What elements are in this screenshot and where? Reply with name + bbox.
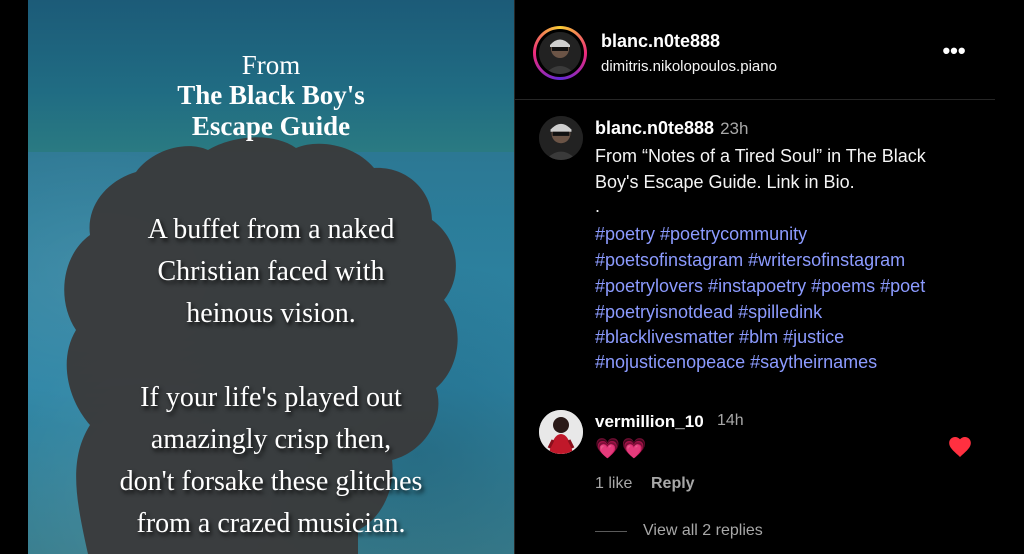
hashtag-line[interactable]: #poetryisnotdead #spilledink: [595, 302, 822, 323]
hashtag-line[interactable]: #nojusticenopeace #saytheirnames: [595, 352, 877, 373]
caption-text-line: Boy's Escape Guide. Link in Bio.: [595, 172, 855, 192]
commenter-username[interactable]: vermillion_10: [595, 412, 704, 432]
poem-line: A buffet from a naked: [147, 214, 395, 245]
caption-text-line: From “Notes of a Tired Soul” in The Blac…: [595, 146, 926, 166]
hashtag-line[interactable]: #poetrylovers #instapoetry #poems #poet: [595, 276, 925, 297]
replies-divider: [595, 531, 627, 532]
poem-line: don't forsake these glitches: [119, 466, 423, 497]
more-horizontal-icon: •••: [942, 38, 966, 63]
caption-author-avatar[interactable]: [539, 116, 583, 160]
post-author-username[interactable]: blanc.n0te888: [601, 31, 720, 52]
cover-from-text: From: [241, 50, 301, 80]
caption-username[interactable]: blanc.n0te888: [595, 118, 714, 138]
cover-title-line-2: Escape Guide: [191, 111, 351, 141]
poem-line: amazingly crisp then,: [150, 424, 392, 455]
poem-line: If your life's played out: [140, 382, 402, 413]
hashtag-line[interactable]: #poetry #poetrycommunity: [595, 224, 807, 245]
poem-line: heinous vision.: [186, 298, 356, 329]
comment-like-count[interactable]: 1 like: [595, 475, 632, 493]
story-ring-avatar[interactable]: [533, 26, 587, 80]
comment-timestamp[interactable]: 14h: [717, 412, 744, 430]
commenter-avatar[interactable]: [539, 410, 583, 454]
post-image[interactable]: From The Black Boy's Escape Guide A buff…: [28, 0, 514, 554]
comment-text: 💗💗: [595, 438, 649, 460]
profile-photo: [536, 29, 584, 77]
post-details-panel: blanc.n0te888 dimitris.nikolopoulos.pian…: [514, 0, 1024, 554]
audio-attribution[interactable]: dimitris.nikolopoulos.piano: [601, 58, 777, 75]
view-replies-button[interactable]: View all 2 replies: [643, 522, 763, 540]
more-options-button[interactable]: •••: [939, 36, 969, 66]
hashtag-line[interactable]: #poetsofinstagram #writersofinstagram: [595, 250, 905, 271]
hashtag-line[interactable]: #blacklivesmatter #blm #justice: [595, 327, 844, 348]
poem-line: from a crazed musician.: [136, 508, 406, 539]
heart-icon[interactable]: [947, 434, 973, 460]
caption-timestamp[interactable]: 23h: [720, 119, 748, 138]
cover-title-line-1: The Black Boy's: [177, 80, 365, 110]
caption-text-line: .: [595, 196, 601, 216]
caption-header: blanc.n0te888 23h: [595, 118, 995, 139]
reply-button[interactable]: Reply: [651, 475, 695, 493]
post-header: blanc.n0te888 dimitris.nikolopoulos.pian…: [515, 0, 995, 100]
poem-line: Christian faced with: [157, 256, 385, 287]
